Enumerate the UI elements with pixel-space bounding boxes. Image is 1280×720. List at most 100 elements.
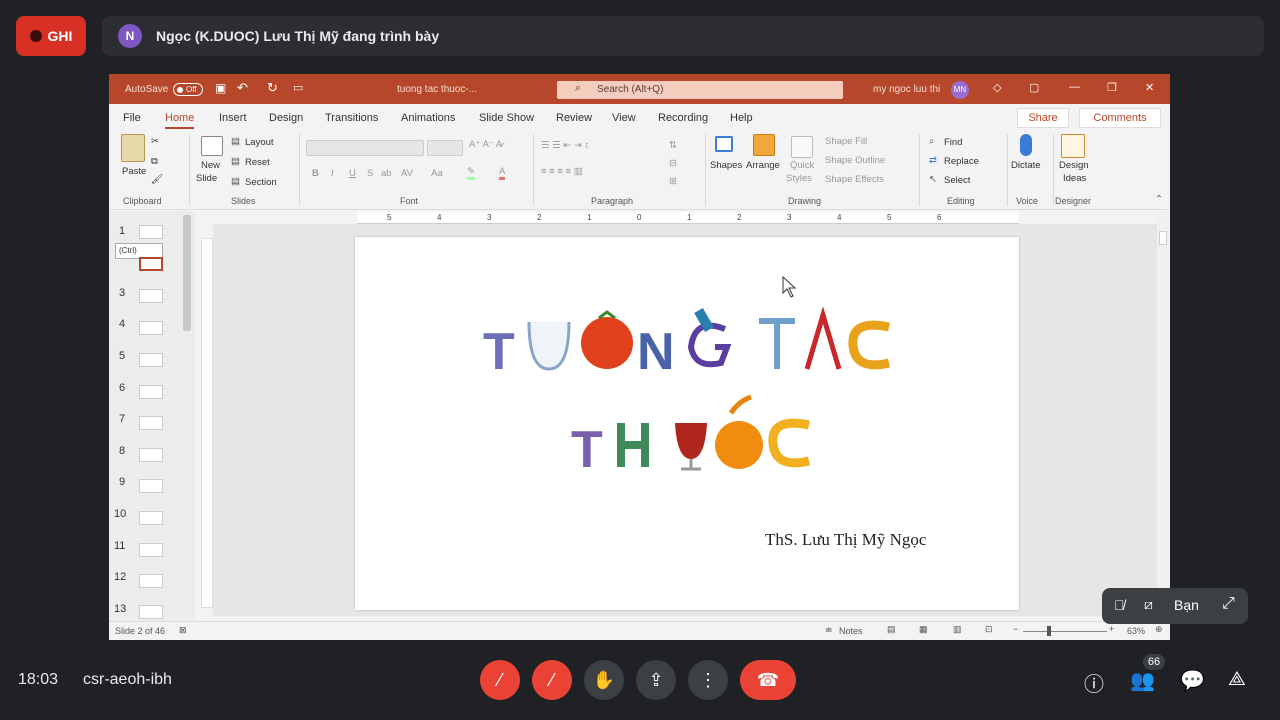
zoom-level[interactable]: 63% [1127,626,1145,636]
present-button[interactable]: ⇪ [636,660,676,700]
shapes-label[interactable]: Shapes [710,160,742,171]
file-name[interactable]: tuong tac thuoc-... [397,84,477,95]
save-icon[interactable]: ▣ [215,81,226,95]
zoom-slider[interactable] [1023,631,1107,632]
slide-thumbnail-selected[interactable] [139,257,163,271]
design-ideas-label-2[interactable]: Ideas [1063,173,1086,184]
camera-toggle-button[interactable]: ⁄ [532,660,572,700]
highlight-icon[interactable]: ✎ [467,166,475,180]
paste-label[interactable]: Paste [122,166,146,177]
slide-thumbnail[interactable] [139,479,163,493]
shape-outline-button[interactable]: Shape Outline [825,155,885,166]
slide-thumbnail[interactable] [139,225,163,239]
close-icon[interactable]: ✕ [1145,81,1154,94]
slide-thumbnail[interactable] [139,543,163,557]
ribbon-display-icon[interactable]: ▢ [1029,81,1039,94]
share-button[interactable]: Share [1017,108,1069,128]
new-slide-icon[interactable] [201,136,223,156]
activities-icon[interactable]: ⟁ [1228,668,1246,691]
text-direction-icon[interactable]: ⇅ [669,140,677,151]
tab-slide-show[interactable]: Slide Show [479,112,534,124]
reading-view-icon[interactable]: ▥ [953,624,962,635]
align-icon[interactable]: ≡ ≡ ≡ ≡ ▥ [541,166,583,177]
slide-thumbnail[interactable] [139,605,163,619]
slide-scrollbar[interactable] [1157,211,1169,621]
user-avatar[interactable]: MN [951,81,969,99]
tab-review[interactable]: Review [556,112,592,124]
slideshow-icon[interactable]: ▭ [293,81,303,94]
expand-icon[interactable]: ⤢ [1222,595,1235,613]
collapse-ribbon-icon[interactable]: ⌃ [1155,194,1163,205]
new-slide-label-2[interactable]: Slide [196,173,217,184]
slide-sorter-icon[interactable]: ▦ [919,624,928,635]
search-input[interactable]: Search (Alt+Q) [557,81,843,99]
select-button[interactable]: Select [944,175,970,186]
restore-icon[interactable]: ❐ [1107,81,1117,94]
strikethrough-icon[interactable]: ab [381,168,392,179]
accessibility-icon[interactable]: ⊠ [179,625,187,636]
mic-toggle-button[interactable]: ⁄ [480,660,520,700]
tab-view[interactable]: View [612,112,636,124]
chat-icon[interactable]: 💬 [1180,668,1205,693]
cut-icon[interactable]: ✂ [151,136,159,147]
tab-insert[interactable]: Insert [219,112,247,124]
copy-icon[interactable]: ⧉ [151,156,158,167]
font-size-select[interactable] [427,140,463,156]
redo-icon[interactable]: ↻ [267,80,278,96]
tab-home[interactable]: Home [165,112,195,129]
bold-button[interactable]: B [312,168,319,179]
slide-thumbnail[interactable] [139,511,163,525]
mic-off-icon[interactable]: 🎙̸ [1114,597,1125,613]
slide-thumbnail[interactable] [139,289,163,303]
layout-button[interactable]: Layout [245,137,274,148]
change-case-button[interactable]: Aa [431,168,443,179]
slide-thumbnail[interactable] [139,416,163,430]
slide-thumbnail[interactable] [139,574,163,588]
tab-design[interactable]: Design [269,112,303,124]
new-slide-label[interactable]: New [201,160,220,171]
comments-button[interactable]: Comments [1079,108,1161,128]
shadow-button[interactable]: S [367,168,373,179]
slide-thumbnail[interactable] [139,385,163,399]
zoom-in-icon[interactable]: + [1109,624,1114,634]
quick-styles-label[interactable]: Quick [790,160,814,171]
align-text-icon[interactable]: ⊟ [669,158,677,169]
tab-help[interactable]: Help [730,112,753,124]
slide-thumbnail[interactable] [139,353,163,367]
design-ideas-label[interactable]: Design [1059,160,1089,171]
info-icon[interactable]: ⓘ [1084,668,1104,697]
font-name-select[interactable] [306,140,424,156]
font-color-icon[interactable]: A [499,166,506,180]
people-icon[interactable]: 👥 [1130,668,1155,693]
notes-button[interactable]: Notes [839,626,863,636]
fit-slide-icon[interactable]: ⊕ [1155,624,1163,635]
undo-icon[interactable]: ↶ [237,80,248,96]
tab-recording[interactable]: Recording [658,112,708,124]
replace-button[interactable]: Replace [944,156,979,167]
microphone-icon[interactable] [1020,134,1032,156]
format-painter-icon[interactable]: 🖌 [151,174,163,185]
leave-call-button[interactable]: ☎ [740,660,796,700]
find-button[interactable]: Find [944,137,962,148]
shape-effects-button[interactable]: Shape Effects [825,174,884,185]
zoom-out-icon[interactable]: − [1013,624,1018,634]
spacing-icon[interactable]: AV [401,168,413,179]
arrange-label[interactable]: Arrange [746,160,780,171]
bullets-icon[interactable]: ☰ ☰ ⇤ ⇥ ↕ [541,140,589,151]
slide-thumbnail[interactable] [139,448,163,462]
quick-styles-label-2[interactable]: Styles [786,173,812,184]
underline-button[interactable]: U [349,168,356,179]
autosave-toggle[interactable]: Off [173,83,203,96]
tab-file[interactable]: File [123,112,141,124]
smartart-icon[interactable]: ⊞ [669,176,677,187]
shape-fill-button[interactable]: Shape Fill [825,136,867,147]
camera-off-icon[interactable]: ⧄ [1144,596,1153,613]
paste-icon[interactable] [121,134,145,162]
zoom-thumb[interactable] [1047,626,1051,636]
italic-button[interactable]: I [331,168,334,179]
normal-view-icon[interactable]: ▤ [887,624,896,635]
section-button[interactable]: Section [245,177,277,188]
slide-thumbnail[interactable] [139,321,163,335]
more-options-button[interactable]: ⋮ [688,660,728,700]
increase-font-icon[interactable]: A⁺ A⁻ A̷ [469,139,502,150]
